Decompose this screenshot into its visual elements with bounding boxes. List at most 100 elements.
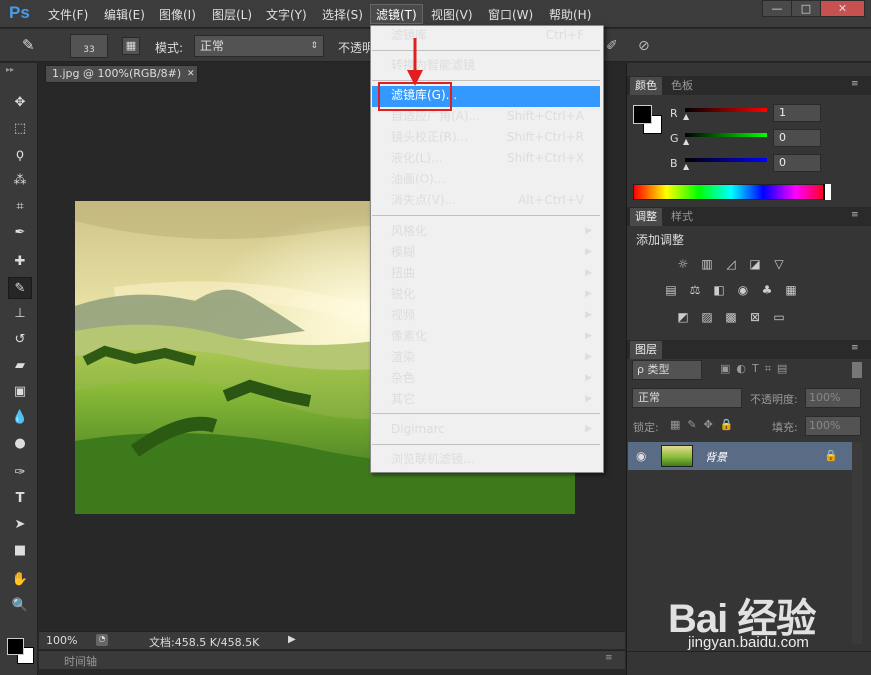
color-fg-swatch[interactable] [633,105,652,124]
channel-mixer-icon[interactable]: ♣ [759,283,775,297]
lasso-tool-icon[interactable]: ϙ [8,144,32,166]
brush-panel-icon[interactable]: ▦ [122,37,140,55]
exposure-icon[interactable]: ◪ [747,257,763,271]
g-slider-handle[interactable]: ▲ [683,137,689,146]
b-value-field[interactable]: 0 [773,154,821,172]
layer-name[interactable]: 背景 [705,449,727,465]
maximize-button[interactable]: □ [791,0,821,17]
tab-layers[interactable]: 图层 [630,341,662,359]
r-slider-handle[interactable]: ▲ [683,112,689,121]
menu-item-vanishing-point[interactable]: 消失点(V)... Alt+Ctrl+V [372,191,600,212]
menu-help[interactable]: 帮助(H) [549,6,591,23]
minimize-button[interactable]: — [762,0,792,17]
stamp-tool-icon[interactable]: ⊥ [8,303,32,325]
g-slider[interactable] [685,133,767,137]
panel-menu-icon[interactable]: ≡ [851,343,859,353]
menu-item-sharpen[interactable]: 锐化 ▶ [372,285,600,306]
curves-icon[interactable]: ◿ [723,257,739,271]
gradient-map-icon[interactable]: ▭ [771,310,787,324]
layers-scrollbar[interactable] [852,442,862,644]
levels-icon[interactable]: ▥ [699,257,715,271]
menu-item-blur[interactable]: 模糊 ▶ [372,243,600,264]
menu-type[interactable]: 文字(Y) [266,6,307,23]
r-value-field[interactable]: 1 [773,104,821,122]
g-value-field[interactable]: 0 [773,129,821,147]
blend-mode-select[interactable]: 正常 [632,388,742,408]
tab-color[interactable]: 颜色 [630,77,662,95]
b-slider-handle[interactable]: ▲ [683,162,689,171]
panel-menu-icon[interactable]: ≡ [851,210,859,220]
brightness-icon[interactable]: ☼ [675,257,691,271]
lock-icons[interactable]: ▦✎✥🔒 [670,418,741,431]
visibility-eye-icon[interactable]: ◉ [636,449,646,463]
gradient-tool-icon[interactable]: ▣ [8,381,32,403]
menu-item-browse-online-filters[interactable]: 浏览联机滤镜... [372,450,600,471]
menu-item-render[interactable]: 渲染 ▶ [372,348,600,369]
panel-menu-icon[interactable]: ≡ [851,79,859,89]
tab-swatches[interactable]: 色板 [666,77,698,95]
menu-filter[interactable]: 滤镜(T) [370,4,423,24]
history-brush-tool-icon[interactable]: ↺ [8,329,32,351]
type-tool-icon[interactable]: T [8,488,32,510]
brush-tool-icon[interactable]: ✎ [8,277,32,299]
marquee-tool-icon[interactable]: ⬚ [8,118,32,140]
healing-tool-icon[interactable]: ✚ [8,251,32,273]
move-tool-icon[interactable]: ✥ [8,92,32,114]
layer-filter-select[interactable]: ρ 类型 [632,360,702,380]
menu-item-lens-correction[interactable]: 镜头校正(R)... Shift+Ctrl+R [372,128,600,149]
r-slider[interactable] [685,108,767,112]
tab-styles[interactable]: 样式 [666,208,698,226]
photo-filter-icon[interactable]: ◉ [735,283,751,297]
menu-image[interactable]: 图像(I) [159,6,196,23]
pen-tool-icon[interactable]: ✑ [8,462,32,484]
invert-icon[interactable]: ◩ [675,310,691,324]
vibrance-icon[interactable]: ▽ [771,257,787,271]
color-lookup-icon[interactable]: ▦ [783,283,799,297]
filter-toggle[interactable] [852,362,862,378]
menu-item-pixelate[interactable]: 像素化 ▶ [372,327,600,348]
path-select-tool-icon[interactable]: ➤ [8,514,32,536]
pressure-icon[interactable]: ⊘ [638,38,650,54]
menu-item-liquify[interactable]: 液化(L)... Shift+Ctrl+X [372,149,600,170]
color-spectrum[interactable] [633,184,829,200]
status-arrow-icon[interactable]: ▶ [288,634,296,645]
collapse-icon[interactable]: ▸▸ [6,65,14,74]
hue-sat-icon[interactable]: ▤ [663,283,679,297]
zoom-level[interactable]: 100% [46,634,77,647]
menu-item-digimarc[interactable]: Digimarc ▶ [372,420,600,441]
menu-edit[interactable]: 编辑(E) [104,6,145,23]
menu-item-noise[interactable]: 杂色 ▶ [372,369,600,390]
quick-select-tool-icon[interactable]: ⁂ [8,170,32,192]
zoom-tool-icon[interactable]: 🔍 [8,595,32,617]
foreground-color-swatch[interactable] [7,638,24,655]
blur-tool-icon[interactable]: 💧 [8,407,32,429]
spectrum-bw[interactable] [823,184,831,200]
eyedropper-tool-icon[interactable]: ✒ [8,222,32,244]
threshold-icon[interactable]: ▩ [723,310,739,324]
posterize-icon[interactable]: ▨ [699,310,715,324]
mode-select[interactable]: 正常 ⇕ [194,35,324,57]
timeline-label[interactable]: 时间轴 [64,653,97,669]
eraser-tool-icon[interactable]: ▰ [8,355,32,377]
menu-item-distort[interactable]: 扭曲 ▶ [372,264,600,285]
menu-item-oil-paint[interactable]: 油画(O)... [372,170,600,191]
menu-item-video[interactable]: 视频 ▶ [372,306,600,327]
fill-field[interactable]: 100% [805,416,861,436]
opacity-field[interactable]: 100% [805,388,861,408]
shape-tool-icon[interactable]: ■ [8,540,32,562]
menu-item-other[interactable]: 其它 ▶ [372,390,600,411]
menu-select[interactable]: 选择(S) [322,6,363,23]
tab-adjustments[interactable]: 调整 [630,208,662,226]
brush-size-picker[interactable]: 33 [70,34,108,58]
menu-item-stylize[interactable]: 风格化 ▶ [372,222,600,243]
crop-tool-icon[interactable]: ⌗ [8,196,32,218]
selective-color-icon[interactable]: ⊠ [747,310,763,324]
brush-tool-icon[interactable]: ✎ [22,36,44,56]
b-slider[interactable] [685,158,767,162]
airbrush-icon[interactable]: ✐ [606,38,618,54]
layer-filter-icons[interactable]: ▣◐T⌗▤ [720,362,793,376]
timeline-menu-icon[interactable]: ≡ [605,653,613,663]
bw-icon[interactable]: ◧ [711,283,727,297]
dodge-tool-icon[interactable]: ● [8,433,32,455]
menu-layer[interactable]: 图层(L) [212,6,252,23]
